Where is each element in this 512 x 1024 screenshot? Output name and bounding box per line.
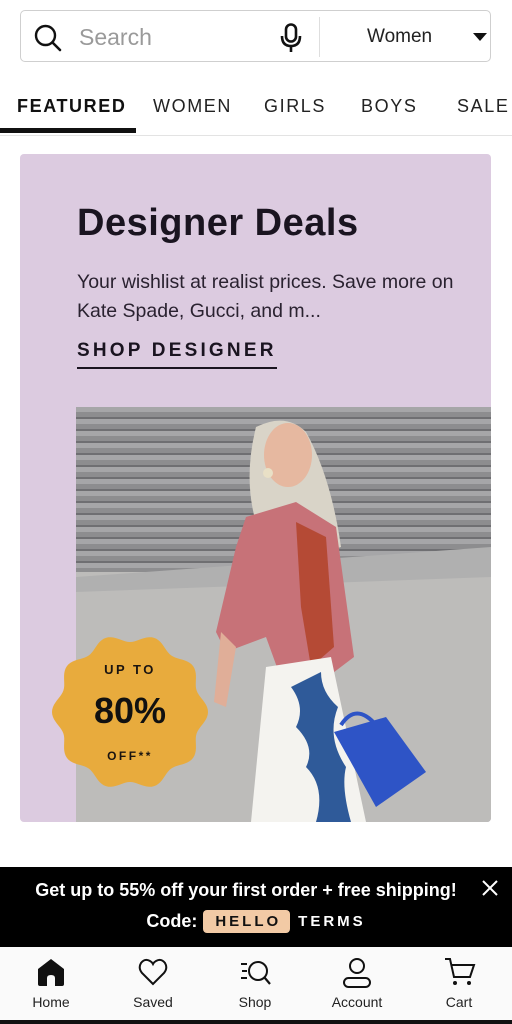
code-label: Code: [146, 911, 198, 931]
promo-title: Designer Deals [77, 202, 359, 244]
nav-account[interactable]: Account [306, 947, 408, 1020]
nav-shop-label: Shop [238, 994, 272, 1010]
home-icon [38, 959, 64, 986]
microphone-icon[interactable] [277, 23, 305, 53]
nav-saved-label: Saved [133, 994, 173, 1010]
promo-code-row: Code: HELLO TERMS [0, 910, 512, 933]
discount-badge: UP TO 80% OFF** [50, 632, 210, 792]
badge-percent: 80% [93, 690, 167, 731]
cart-icon [445, 958, 476, 985]
tab-women[interactable]: WOMEN [153, 96, 232, 117]
offer-text: Get up to 55% off your first order + fre… [35, 880, 457, 900]
badge-bottom-text: OFF** [107, 749, 153, 763]
bottom-navigation: Home Saved Shop Account Cart [0, 947, 512, 1020]
nav-cart-label: Cart [445, 994, 473, 1010]
nav-account-label: Account [331, 994, 383, 1010]
terms-link[interactable]: TERMS [298, 913, 366, 930]
badge-top-text: UP TO [104, 662, 156, 677]
nav-shop[interactable]: Shop [204, 947, 306, 1020]
promo-code-chip[interactable]: HELLO [203, 910, 291, 933]
search-divider [319, 17, 320, 57]
page: Women FEATURED WOMEN GIRLS BOYS SALE Des… [0, 0, 512, 1024]
search-icon[interactable] [33, 23, 63, 53]
shop-search-icon [241, 961, 271, 985]
shop-designer-link[interactable]: SHOP DESIGNER [77, 340, 277, 369]
first-order-offer-banner: Get up to 55% off your first order + fre… [0, 867, 512, 947]
tab-girls[interactable]: GIRLS [264, 96, 326, 117]
close-icon[interactable] [478, 876, 502, 900]
search-input[interactable] [79, 21, 249, 53]
nav-home-label: Home [32, 994, 70, 1010]
heart-icon [138, 958, 168, 986]
promo-description: Your wishlist at realist prices. Save mo… [77, 271, 454, 322]
account-icon [343, 958, 371, 988]
active-tab-indicator [0, 128, 136, 133]
system-nav-edge [0, 1020, 512, 1024]
department-select[interactable]: Women [321, 11, 491, 61]
search-bar: Women [20, 10, 491, 62]
caret-down-icon [473, 33, 487, 41]
department-selected-value: Women [367, 26, 433, 47]
tab-boys[interactable]: BOYS [361, 96, 417, 117]
nav-home[interactable]: Home [0, 947, 102, 1020]
nav-cart[interactable]: Cart [408, 947, 510, 1020]
tab-sale[interactable]: SALE [457, 96, 509, 117]
nav-saved[interactable]: Saved [102, 947, 204, 1020]
tab-featured[interactable]: FEATURED [17, 96, 126, 117]
